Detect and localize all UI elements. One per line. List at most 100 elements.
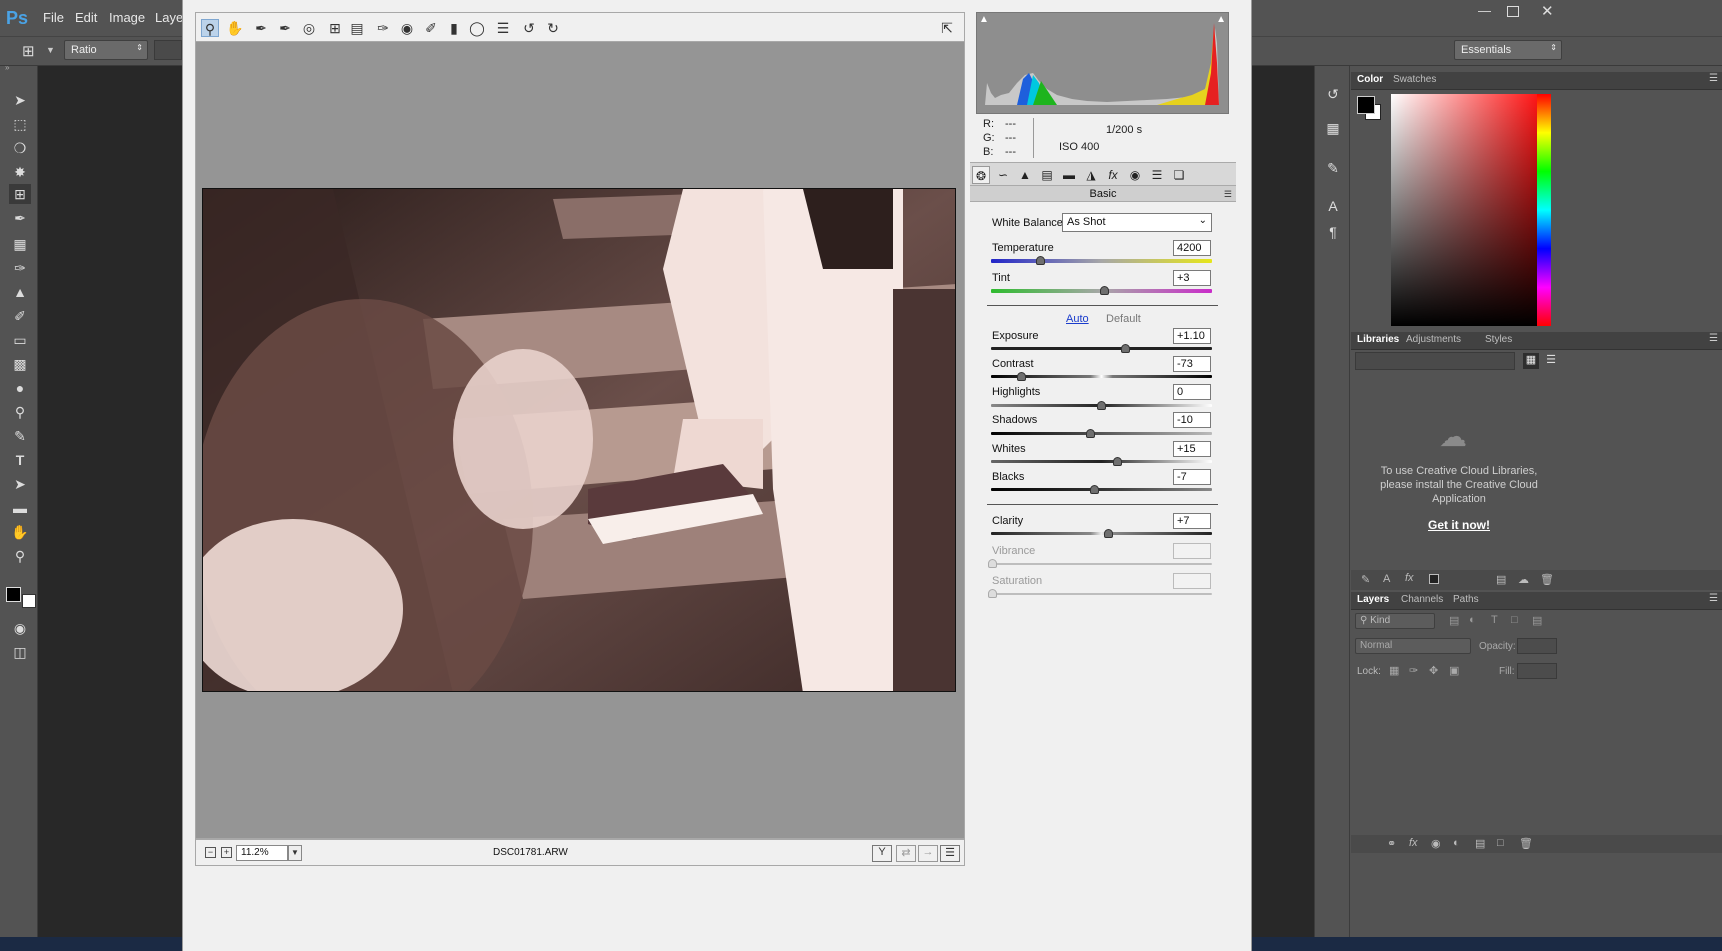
white-balance-select[interactable]: As Shot ⌄ [1062, 213, 1212, 232]
tab-adjustments[interactable]: Adjustments [1406, 334, 1461, 345]
highlight-clipping-warning-icon[interactable]: ▲ [1216, 14, 1226, 25]
lock-position-icon[interactable]: ✥ [1429, 664, 1438, 677]
character-icon[interactable]: A [1323, 196, 1343, 216]
filter-smart-object-icon[interactable]: ▤ [1532, 614, 1542, 627]
hue-slider[interactable] [1537, 94, 1551, 326]
lasso-tool-icon[interactable]: ❍ [9, 138, 31, 158]
highlights-slider-thumb[interactable] [1097, 401, 1106, 410]
shadows-field[interactable]: -10 [1173, 412, 1211, 428]
gradient-tool-icon[interactable]: ▩ [9, 354, 31, 374]
blend-mode-select[interactable]: Normal [1355, 638, 1471, 654]
minimize-icon[interactable]: — [1478, 3, 1491, 18]
contrast-field[interactable]: -73 [1173, 356, 1211, 372]
highlights-field[interactable]: 0 [1173, 384, 1211, 400]
path-selection-tool-icon[interactable]: ➤ [9, 474, 31, 494]
shadow-clipping-warning-icon[interactable]: ▲ [979, 14, 989, 25]
swap-before-after-icon[interactable]: ⇄ [896, 845, 916, 862]
exposure-slider-thumb[interactable] [1121, 344, 1130, 353]
shape-tool-icon[interactable]: ▬ [9, 498, 31, 518]
copy-settings-icon[interactable]: → [918, 845, 938, 862]
menu-edit[interactable]: Edit [75, 10, 97, 25]
tone-curve-tab-icon[interactable]: ∽ [994, 166, 1012, 184]
filter-shape-icon[interactable]: □ [1511, 614, 1518, 626]
tab-color[interactable]: Color [1357, 74, 1383, 85]
graduated-filter-icon[interactable]: ▮ [445, 19, 463, 37]
fullscreen-toggle-icon[interactable]: ⇱ [938, 19, 956, 37]
chevron-down-icon[interactable]: ▼ [288, 845, 302, 861]
tint-slider-thumb[interactable] [1100, 286, 1109, 295]
tab-channels[interactable]: Channels [1401, 594, 1443, 605]
close-icon[interactable]: ✕ [1541, 2, 1554, 20]
spot-removal-tool-icon[interactable]: ✑ [374, 19, 392, 37]
pen-tool-icon[interactable]: ✎ [9, 426, 31, 446]
shadows-slider[interactable] [991, 432, 1212, 435]
hsl-tab-icon[interactable]: ▤ [1038, 166, 1056, 184]
brush-tool-icon[interactable]: ✑ [9, 258, 31, 278]
tab-libraries[interactable]: Libraries [1357, 334, 1399, 345]
link-layers-icon[interactable]: ⚭ [1387, 837, 1396, 850]
lock-pixels-icon[interactable]: ✑ [1409, 664, 1418, 677]
zoom-out-icon[interactable]: − [205, 847, 216, 858]
chevron-down-icon[interactable]: ▼ [46, 45, 55, 55]
collapse-icon[interactable]: » [5, 63, 9, 72]
properties-icon[interactable]: ▦ [1323, 118, 1343, 138]
layer-style-icon[interactable]: fx [1409, 837, 1418, 849]
tab-paths[interactable]: Paths [1453, 594, 1479, 605]
panel-menu-icon[interactable]: ☰ [1709, 593, 1718, 604]
lens-corrections-tab-icon[interactable]: ◮ [1082, 166, 1100, 184]
panel-menu-icon[interactable]: ☰ [1709, 73, 1718, 84]
color-sampler-tool-icon[interactable]: ✒ [276, 19, 294, 37]
presets-tab-icon[interactable]: ☰ [1148, 166, 1166, 184]
lock-all-icon[interactable]: ▣ [1449, 664, 1459, 677]
panel-menu-icon[interactable]: ☰ [1709, 333, 1718, 344]
exposure-field[interactable]: +1.10 [1173, 328, 1211, 344]
adjustment-layer-icon[interactable]: ◐ [1453, 837, 1460, 849]
ratio-width-field[interactable] [154, 40, 182, 60]
radial-filter-icon[interactable]: ◯ [468, 19, 486, 37]
blacks-slider[interactable] [991, 488, 1212, 491]
add-character-style-icon[interactable]: A [1383, 573, 1390, 585]
shadows-slider-thumb[interactable] [1086, 429, 1095, 438]
crop-tool-icon[interactable]: ⊞ [9, 184, 31, 204]
blacks-field[interactable]: -7 [1173, 469, 1211, 485]
crop-tool-icon[interactable]: ⊞ [326, 19, 344, 37]
basic-tab-icon[interactable]: ❂ [972, 166, 990, 184]
targeted-adjustment-tool-icon[interactable]: ◎ [300, 19, 318, 37]
tab-styles[interactable]: Styles [1485, 334, 1512, 345]
add-layer-style-icon[interactable]: fx [1405, 572, 1414, 584]
screen-mode-icon[interactable]: ◫ [9, 642, 31, 662]
zoom-in-icon[interactable]: + [221, 847, 232, 858]
clarity-field[interactable]: +7 [1173, 513, 1211, 529]
zoom-tool-icon[interactable]: ⚲ [201, 19, 219, 37]
rotate-right-icon[interactable]: ↻ [544, 19, 562, 37]
library-select[interactable] [1355, 352, 1515, 370]
detail-tab-icon[interactable]: ▲ [1016, 166, 1034, 184]
zoom-tool-icon[interactable]: ⚲ [9, 546, 31, 566]
menu-layer[interactable]: Laye [155, 10, 183, 25]
hand-tool-icon[interactable]: ✋ [9, 522, 31, 542]
preferences-icon[interactable]: ☰ [494, 19, 512, 37]
effects-tab-icon[interactable]: fx [1104, 166, 1122, 184]
grid-view-icon[interactable]: ▦ [1523, 353, 1539, 369]
rotate-left-icon[interactable]: ↺ [520, 19, 538, 37]
filter-adjustment-icon[interactable]: ◐ [1469, 614, 1476, 626]
whites-slider-thumb[interactable] [1113, 457, 1122, 466]
menu-image[interactable]: Image [109, 10, 145, 25]
add-fill-color-icon[interactable] [1429, 574, 1439, 584]
straighten-tool-icon[interactable]: ▤ [348, 19, 366, 37]
new-layer-icon[interactable]: □ [1497, 837, 1504, 849]
fill-field[interactable] [1517, 663, 1557, 679]
default-link[interactable]: Default [1106, 313, 1141, 325]
history-icon[interactable]: ↺ [1323, 84, 1343, 104]
stock-icon[interactable]: ▤ [1496, 573, 1506, 586]
foreground-color-swatch[interactable] [6, 587, 21, 602]
type-tool-icon[interactable]: T [9, 450, 31, 470]
history-brush-tool-icon[interactable]: ✐ [9, 306, 31, 326]
eyedropper-tool-icon[interactable]: ✒ [9, 208, 31, 228]
filter-pixel-icon[interactable]: ▤ [1449, 614, 1459, 627]
trash-icon[interactable]: 🗑 [1540, 573, 1554, 586]
cloud-sync-icon[interactable]: ☁ [1518, 573, 1529, 586]
temperature-slider[interactable] [991, 259, 1212, 263]
contrast-slider-thumb[interactable] [1017, 372, 1026, 381]
eraser-tool-icon[interactable]: ▭ [9, 330, 31, 350]
